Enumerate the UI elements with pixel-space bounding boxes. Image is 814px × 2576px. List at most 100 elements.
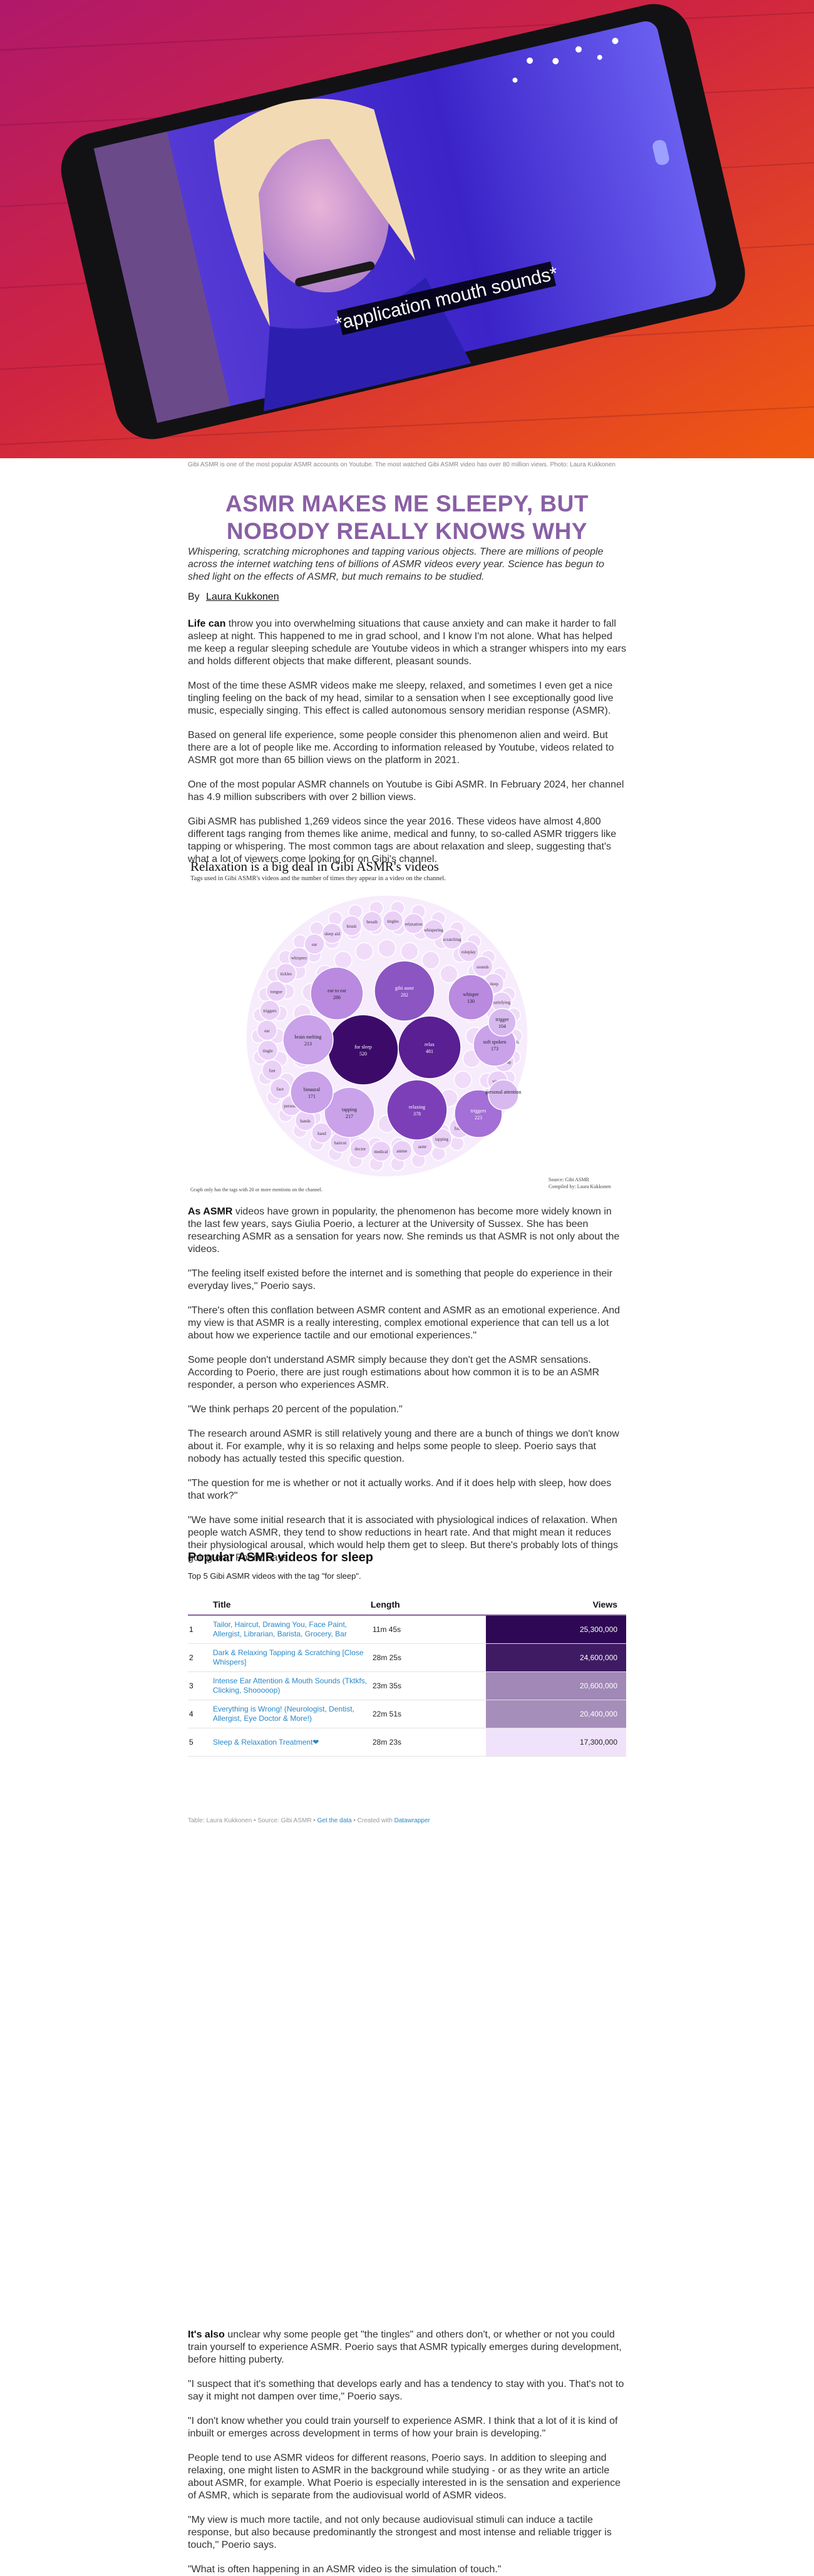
bubble-footnote: Graph only has the tags with 20 or more …	[190, 1187, 322, 1193]
bubble-tag-value: 223	[475, 1115, 482, 1121]
bubble-small-label: roleplay	[461, 950, 476, 955]
paragraph: As ASMR videos have grown in popularity,…	[188, 1206, 620, 1255]
rank-cell: 1	[188, 1615, 212, 1644]
bubble-small-label: triggers	[263, 1008, 277, 1013]
bubble-small-label: satisfying	[493, 1000, 511, 1005]
bubble-tag-label: for sleep	[354, 1044, 372, 1050]
bubble-tag	[282, 1014, 334, 1065]
col-title[interactable]: Title	[212, 1594, 370, 1616]
bubble-faint	[453, 1070, 472, 1089]
video-title-link[interactable]: Intense Ear Attention & Mouth Sounds (Tk…	[212, 1671, 370, 1700]
bubble-tag-label: trigger	[495, 1017, 509, 1022]
views-cell: 24,600,000	[486, 1643, 626, 1672]
created-with-text: • Created with	[351, 1817, 394, 1824]
video-title-link[interactable]: Tailor, Haircut, Drawing You, Face Paint…	[212, 1615, 370, 1644]
bubble-faint	[421, 951, 440, 970]
bubble-tag-label: brain melting	[295, 1034, 322, 1040]
bubble-small-label: tingle	[263, 1049, 273, 1054]
paragraph: "I don't know whether you could train yo…	[188, 2416, 618, 2439]
lead-paragraph: Whispering, scratching microphones and t…	[188, 547, 604, 582]
paragraph: One of the most popular ASMR channels on…	[188, 779, 624, 803]
intro-body: Life can throw you into overwhelming sit…	[188, 618, 626, 866]
hero-illustration: *application mouth sounds*	[0, 0, 814, 458]
bubble-small-label: whispers	[291, 956, 307, 961]
paragraph: People tend to use ASMR videos for diffe…	[188, 2453, 621, 2501]
video-title-link[interactable]: Sleep & Relaxation Treatment❤	[212, 1728, 370, 1757]
bubble-tag-label: personal attention	[485, 1089, 521, 1095]
bubble-small-label: anime	[396, 1149, 407, 1154]
bubble-small-label: tingles	[387, 919, 399, 924]
bubble-small-label: haircut	[334, 1141, 346, 1146]
bubble-tag-value: 286	[333, 995, 341, 1000]
table-source: Table: Laura Kukkonen • Source: Gibi ASM…	[188, 1817, 626, 1824]
bubble-small-label: asmr	[418, 1144, 427, 1149]
table-row: 5 Sleep & Relaxation Treatment❤ 28m 23s …	[188, 1728, 626, 1757]
rank-cell: 3	[188, 1671, 212, 1700]
bubble-small-label: tapping	[435, 1137, 448, 1142]
paragraph: "There's often this conflation between A…	[188, 1305, 621, 1341]
bubble-tag-value: 130	[467, 998, 475, 1004]
author-link[interactable]: Laura Kukkonen	[206, 592, 279, 602]
bubble-svg: tingles relaxationwhispering scratching rol…	[245, 895, 528, 1178]
mid-body: As ASMR videos have grown in popularity,…	[188, 1206, 626, 1564]
table-subtitle: Top 5 Gibi ASMR videos with the tag "for…	[188, 1571, 361, 1581]
bubble-tag	[374, 960, 435, 1022]
bubble-small-label: medical	[374, 1149, 388, 1154]
bubble-tag	[290, 1070, 334, 1114]
bubble-faint	[355, 942, 374, 961]
end-body: It's also unclear why some people get "t…	[188, 2329, 626, 2576]
bubble-tag-label: gibi asmr	[395, 985, 414, 991]
video-title-link[interactable]: Everything is Wrong! (Neurologist, Denti…	[212, 1700, 370, 1728]
bubble-tag	[488, 1008, 517, 1037]
rank-cell: 5	[188, 1728, 212, 1757]
bubble-faint	[440, 965, 458, 983]
source-text: Table: Laura Kukkonen • Source: Gibi ASM…	[188, 1817, 317, 1824]
table-row: 2 Dark & Relaxing Tapping & Scratching […	[188, 1643, 626, 1672]
datawrapper-link[interactable]: Datawrapper	[394, 1817, 430, 1824]
views-cell: 17,300,000	[486, 1728, 626, 1757]
bubble-tag-value: 213	[304, 1041, 312, 1047]
paragraph: Most of the time these ASMR videos make …	[188, 680, 614, 716]
bubble-tag-label: whisper	[463, 992, 479, 997]
length-cell: 23m 35s	[370, 1671, 486, 1700]
bubble-faint	[400, 942, 419, 961]
bubble-tag-value: 217	[346, 1114, 353, 1119]
bubble-tag-label: relax	[425, 1042, 435, 1047]
bubble-chart: tingles relaxation whispering scratching rol…	[188, 886, 626, 1199]
bubble-tag	[310, 967, 364, 1020]
bubble-tag-value: 173	[491, 1046, 498, 1052]
byline: By Laura Kukkonen	[188, 592, 626, 603]
table-row: 3 Intense Ear Attention & Mouth Sounds (…	[188, 1671, 626, 1700]
headline: ASMR MAKES ME SLEEPY, BUT NOBODY REALLY …	[225, 491, 589, 544]
bubble-chart-subtitle: Tags used in Gibi ASMR's videos and the …	[190, 875, 446, 882]
bubble-small-label: brush	[347, 924, 357, 929]
col-rank	[188, 1594, 212, 1616]
bubble-small-label: tongue	[270, 989, 282, 994]
bubble-tag-label: relaxing	[409, 1104, 425, 1110]
length-cell: 11m 45s	[370, 1615, 486, 1644]
bubble-small-label: scratching	[443, 937, 461, 942]
col-length[interactable]: Length	[370, 1594, 486, 1616]
get-data-link[interactable]: Get the data	[317, 1817, 352, 1824]
paragraph: "I suspect that it's something that deve…	[188, 2379, 624, 2402]
bubble-small-label: fast	[269, 1068, 276, 1073]
paragraph: Gibi ASMR has published 1,269 videos sin…	[188, 816, 617, 865]
views-table: Title Length Views 1 Tailor, Haircut, Dr…	[188, 1594, 626, 1757]
photo-caption: Gibi ASMR is one of the most popular ASM…	[188, 461, 616, 468]
bubble-tag	[327, 1014, 399, 1085]
table-row: 4 Everything is Wrong! (Neurologist, Den…	[188, 1700, 626, 1728]
byline-prefix: By	[188, 592, 200, 602]
length-cell: 22m 51s	[370, 1700, 486, 1728]
paragraph: "We think perhaps 20 percent of the popu…	[188, 1404, 403, 1415]
bubble-tag-label: tapping	[342, 1107, 357, 1112]
bubble-faint	[378, 939, 396, 958]
bubble-tag-value: 520	[359, 1051, 367, 1057]
col-views[interactable]: Views	[486, 1594, 626, 1616]
rank-cell: 4	[188, 1700, 212, 1728]
video-title-link[interactable]: Dark & Relaxing Tapping & Scratching [Cl…	[212, 1643, 370, 1672]
bubble-small-label: doctor	[354, 1147, 366, 1152]
bubble-tag-value: 481	[426, 1049, 433, 1054]
table-header-row: Title Length Views	[188, 1594, 626, 1616]
paragraph: "What is often happening in an ASMR vide…	[188, 2564, 502, 2575]
bubble-source: Source: Gibi ASMR	[549, 1177, 589, 1183]
